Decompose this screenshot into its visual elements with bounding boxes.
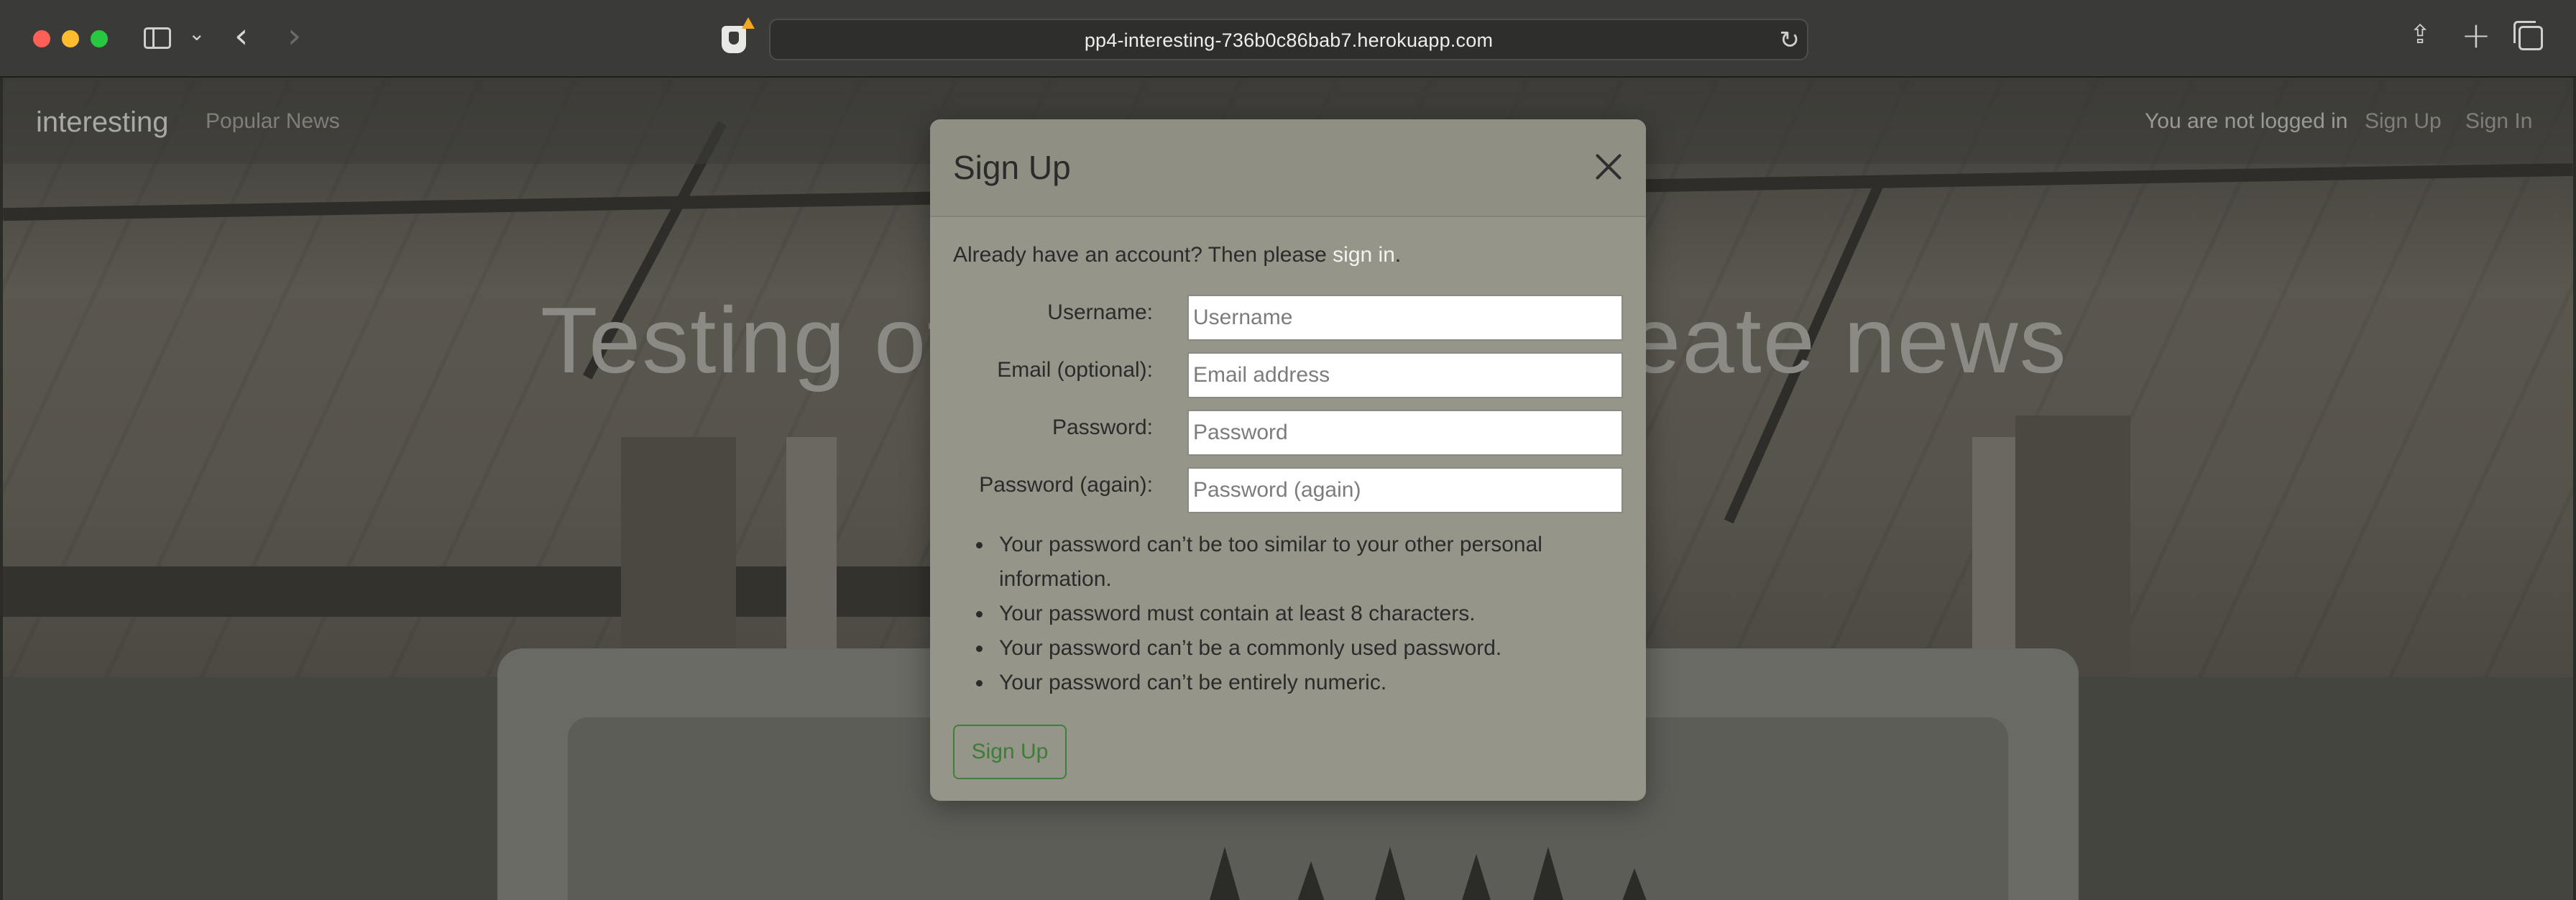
nav-popular-news[interactable]: Popular News (206, 109, 340, 134)
password-help-list: Your password can’t be too similar to yo… (965, 528, 1611, 700)
browser-toolbar: ⌄ ‹ › pp4-interesting-736b0c86bab7.herok… (0, 0, 2576, 78)
sign-in-link[interactable]: sign in (1333, 243, 1395, 267)
modal-title: Sign Up (953, 149, 1071, 186)
address-bar[interactable]: pp4-interesting-736b0c86bab7.herokuapp.c… (769, 19, 1808, 60)
signin-prompt-text: Already have an account? Then please (953, 243, 1333, 267)
password-again-input[interactable] (1187, 467, 1623, 513)
password-help-item: Your password can’t be entirely numeric. (965, 666, 1611, 700)
password-help-item: Your password can’t be a commonly used p… (965, 631, 1611, 666)
login-status: You are not logged in (2145, 109, 2348, 133)
password-help-item: Your password must contain at least 8 ch… (965, 597, 1611, 631)
signup-modal: Sign Up Already have an account? Then pl… (930, 119, 1646, 801)
username-row: Username: (930, 295, 1646, 341)
nav-sign-in[interactable]: Sign In (2465, 109, 2532, 134)
share-icon[interactable]: ⇪ (2409, 20, 2431, 50)
password-help-item: Your password can’t be too similar to yo… (965, 528, 1611, 597)
reload-icon[interactable]: ↻ (1780, 26, 1800, 55)
signin-prompt: Already have an account? Then please sig… (953, 243, 1401, 267)
chevron-down-icon[interactable]: ⌄ (188, 22, 205, 45)
password-again-label: Password (again): (979, 473, 1153, 497)
modal-header: Sign Up (930, 119, 1646, 217)
password-manager-extension-icon[interactable] (722, 26, 746, 53)
username-input[interactable] (1187, 295, 1623, 341)
sign-up-submit-button[interactable]: Sign Up (953, 725, 1067, 779)
hero-heading-left: Testing of (540, 288, 955, 392)
zoom-window-button[interactable] (91, 30, 108, 47)
close-icon[interactable] (1593, 151, 1624, 183)
email-row: Email (optional): (930, 352, 1646, 398)
nav-sign-up[interactable]: Sign Up (2365, 109, 2442, 134)
username-label: Username: (1047, 300, 1153, 324)
password-input[interactable] (1187, 410, 1623, 456)
signin-prompt-suffix: . (1394, 243, 1402, 267)
new-tab-icon[interactable]: + (2461, 14, 2491, 56)
email-label: Email (optional): (997, 358, 1153, 382)
back-arrow-icon[interactable]: ‹ (234, 16, 248, 56)
minimize-window-button[interactable] (62, 30, 79, 47)
password-row: Password: (930, 410, 1646, 456)
forward-arrow-icon[interactable]: › (288, 16, 301, 56)
url-text[interactable]: pp4-interesting-736b0c86bab7.herokuapp.c… (770, 29, 1807, 52)
password-again-row: Password (again): (930, 467, 1646, 513)
hero-heading-right: eate news (1629, 288, 2068, 392)
tab-overview-icon[interactable] (2513, 21, 2543, 50)
email-input[interactable] (1187, 352, 1623, 398)
password-label: Password: (1052, 415, 1153, 439)
site-brand[interactable]: interesting (36, 106, 169, 139)
warning-badge-icon (742, 17, 755, 29)
close-window-button[interactable] (33, 30, 50, 47)
sidebar-toggle-icon[interactable] (144, 27, 171, 49)
